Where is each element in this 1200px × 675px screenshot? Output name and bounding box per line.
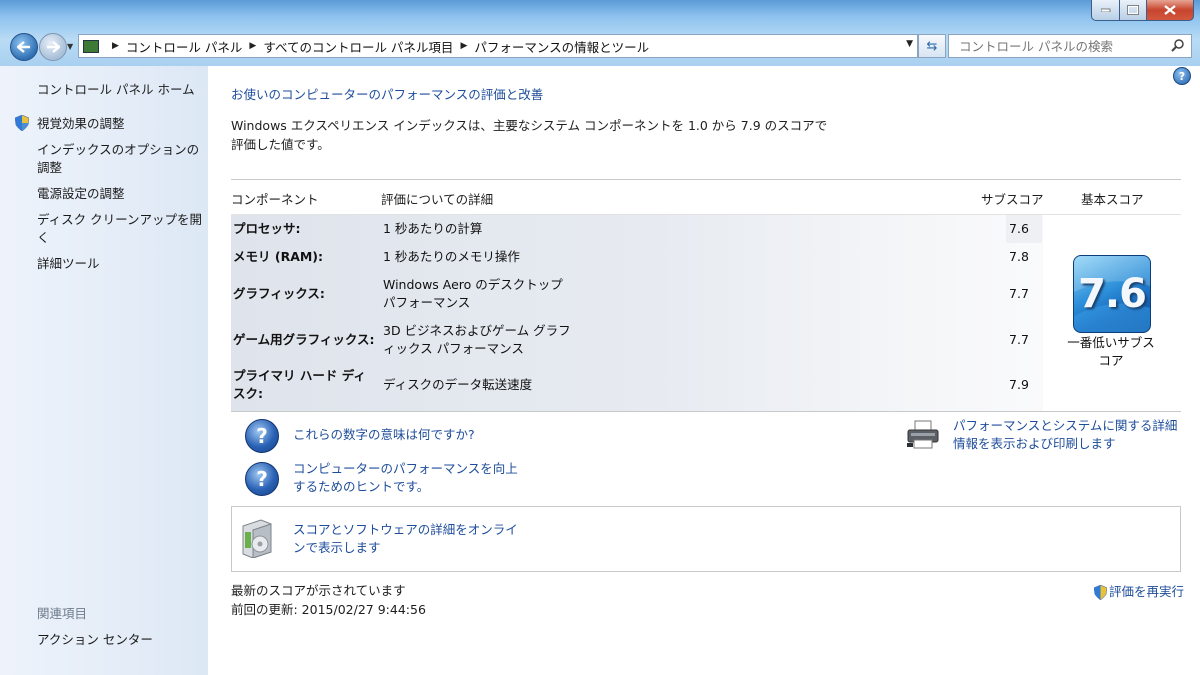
breadcrumb-item[interactable]: コントロール パネル (126, 37, 242, 56)
row-component: メモリ (RAM): (233, 249, 324, 264)
row-component: プロセッサ: (233, 221, 301, 236)
forward-arrow-icon (47, 41, 60, 53)
tips-link[interactable]: コンピューターのパフォーマンスを向上するためのヒントです。 (293, 460, 518, 496)
sidebar-item-action-center[interactable]: アクション センター (37, 629, 153, 648)
rerun-label: 評価を再実行 (1109, 584, 1185, 599)
base-score-value: 7.6 (1078, 271, 1147, 317)
header-subscore: サブスコア (981, 192, 1044, 207)
search-input[interactable] (957, 37, 1171, 55)
base-score-badge: 7.6 (1073, 255, 1151, 333)
close-button[interactable] (1147, 0, 1194, 21)
header-base-score: 基本スコア (1081, 192, 1144, 207)
header-details: 評価についての詳細 (381, 192, 494, 207)
uac-shield-icon (15, 115, 29, 131)
search-icon[interactable] (1171, 38, 1185, 52)
forward-button[interactable] (39, 33, 67, 61)
breadcrumb-item[interactable]: すべてのコントロール パネル項目 (263, 37, 453, 56)
breadcrumb-item[interactable]: パフォーマンスの情報とツール (474, 37, 649, 56)
sidebar-item-indexing-options[interactable]: インデックスのオプションの調整 (37, 141, 202, 177)
breadcrumb-arrow-icon[interactable]: ▶ (249, 41, 256, 51)
page-description: Windows エクスペリエンス インデックスは、主要なシステム コンポーネント… (231, 118, 828, 152)
recent-pages-dropdown[interactable]: ▼ (67, 42, 73, 51)
status-current: 最新のスコアが示されています (231, 583, 406, 598)
window-controls (1091, 0, 1194, 21)
breadcrumb-arrow-icon[interactable]: ▶ (460, 41, 467, 51)
control-panel-icon (83, 39, 99, 53)
address-dropdown-icon[interactable]: ▼ (906, 39, 913, 49)
row-subscore: 7.9 (1009, 377, 1029, 392)
close-icon (1164, 5, 1176, 15)
minimize-button[interactable] (1091, 0, 1120, 21)
sidebar-item-visual-effects[interactable]: 視覚効果の調整 (37, 115, 202, 133)
address-bar[interactable]: ▶ コントロール パネル ▶ すべてのコントロール パネル項目 ▶ パフォーマン… (78, 34, 918, 58)
row-details: 1 秒あたりの計算 (383, 221, 483, 236)
row-details: 3D ビジネスおよびゲーム グラフィックス パフォーマンス (383, 323, 571, 356)
status-last-update: 前回の更新: 2015/02/27 9:44:56 (231, 602, 426, 617)
page-heading: お使いのコンピューターのパフォーマンスの評価と改善 (231, 87, 544, 102)
header-component: コンポーネント (231, 192, 319, 207)
sidebar-item-advanced-tools[interactable]: 詳細ツール (37, 255, 202, 273)
row-subscore: 7.7 (1009, 286, 1029, 301)
score-table: コンポーネント 評価についての詳細 サブスコア 基本スコア プロセッサ: 1 秒… (231, 179, 1181, 412)
breadcrumb: ▶ コントロール パネル ▶ すべてのコントロール パネル項目 ▶ パフォーマン… (105, 37, 649, 56)
sidebar-item-disk-cleanup[interactable]: ディスク クリーンアップを開く (37, 211, 202, 247)
printer-icon (907, 420, 939, 449)
online-details-link[interactable]: スコアとソフトウェアの詳細をオンラインで表示します (293, 521, 518, 557)
breadcrumb-arrow-icon[interactable]: ▶ (112, 41, 119, 51)
uac-shield-icon (1094, 584, 1107, 600)
maximize-button[interactable] (1120, 0, 1147, 21)
back-arrow-icon (17, 41, 30, 53)
software-box-icon (242, 519, 272, 558)
base-score-caption: 一番低いサブスコア (1067, 335, 1155, 368)
print-details-link[interactable]: パフォーマンスとシステムに関する詳細情報を表示および印刷します (953, 417, 1183, 453)
refresh-button[interactable]: ⇆ (918, 34, 946, 58)
question-icon: ? (245, 419, 279, 453)
row-details: 1 秒あたりのメモリ操作 (383, 249, 520, 264)
row-subscore: 7.6 (1009, 221, 1029, 236)
maximize-icon (1127, 5, 1139, 15)
rerun-assessment-button[interactable]: 評価を再実行 (1094, 583, 1184, 601)
row-subscore: 7.7 (1009, 332, 1029, 347)
score-status: 最新のスコアが示されています 前回の更新: 2015/02/27 9:44:56 (231, 581, 426, 619)
refresh-icon: ⇆ (926, 38, 938, 54)
row-component: プライマリ ハード ディスク: (233, 368, 366, 401)
table-header: コンポーネント 評価についての詳細 サブスコア 基本スコア (231, 179, 1181, 215)
question-icon: ? (245, 462, 279, 496)
search-box (948, 34, 1192, 58)
related-title: 関連項目 (37, 606, 88, 621)
row-component: ゲーム用グラフィックス: (233, 332, 375, 347)
row-subscore: 7.8 (1009, 249, 1029, 264)
row-details: Windows Aero のデスクトップ パフォーマンス (383, 277, 563, 310)
minimize-icon (1100, 8, 1110, 12)
row-details: ディスクのデータ転送速度 (383, 377, 533, 392)
sidebar-home-link[interactable]: コントロール パネル ホーム (37, 79, 195, 98)
back-button[interactable] (10, 33, 38, 61)
sidebar-item-power-settings[interactable]: 電源設定の調整 (37, 185, 202, 203)
what-mean-link[interactable]: これらの数字の意味は何ですか? (293, 426, 475, 444)
table-body: プロセッサ: 1 秒あたりの計算 7.6 メモリ (RAM): 1 秒あたりのメ… (231, 215, 1181, 412)
title-bar: ▼ ▶ コントロール パネル ▶ すべてのコントロール パネル項目 ▶ パフォー… (0, 0, 1200, 66)
help-icon[interactable]: ? (1173, 67, 1191, 85)
row-component: グラフィックス: (233, 286, 325, 301)
